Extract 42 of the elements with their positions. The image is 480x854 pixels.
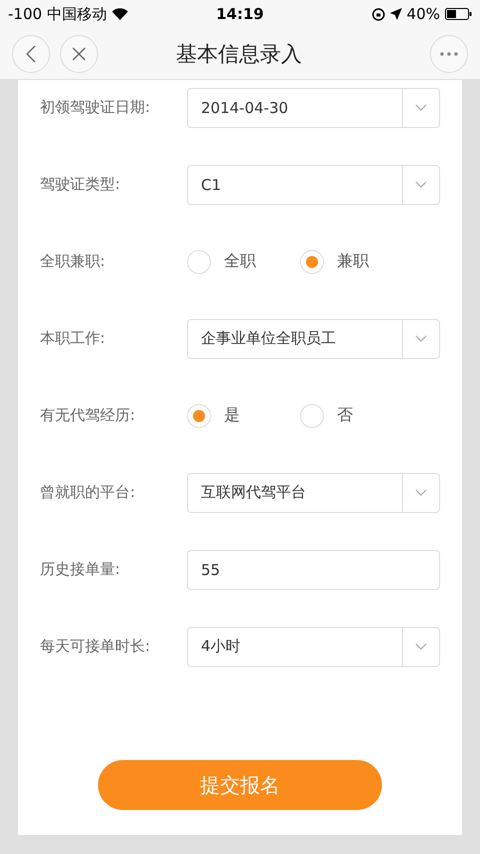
more-button[interactable] <box>430 34 468 72</box>
more-icon <box>440 52 458 56</box>
radio-label[interactable]: 全职 <box>224 251 256 272</box>
location-arrow-icon <box>390 8 402 20</box>
battery-icon <box>445 8 472 20</box>
chevron-down-icon <box>415 335 427 342</box>
dropdown-field[interactable]: C1 <box>187 164 440 204</box>
field-label: 曾就职的平台: <box>40 483 136 502</box>
dropdown-field[interactable]: 互联网代驾平台 <box>187 472 440 512</box>
radio-label[interactable]: 否 <box>337 405 353 426</box>
rotation-lock-icon <box>372 8 385 20</box>
dropdown-field[interactable]: 企事业单位全职员工 <box>187 318 440 358</box>
radio-button[interactable] <box>300 404 324 428</box>
radio-label[interactable]: 兼职 <box>337 251 369 272</box>
chevron-down-icon <box>415 643 427 650</box>
dropdown-field[interactable]: 2014-04-30 <box>187 88 440 128</box>
field-label: 本职工作: <box>40 329 106 348</box>
radio-label[interactable]: 是 <box>224 405 240 426</box>
page-title: 基本信息录入 <box>175 40 303 68</box>
chevron-down-icon <box>415 181 427 188</box>
back-button[interactable] <box>12 34 50 72</box>
field-label: 初领驾驶证日期: <box>40 98 152 117</box>
field-label: 有无代驾经历: <box>40 406 136 425</box>
chevron-down-icon <box>415 489 427 496</box>
battery-percent: 40% <box>406 5 440 23</box>
status-time: 14:19 <box>216 5 264 23</box>
radio-button[interactable] <box>300 250 324 274</box>
input-field[interactable]: 55 <box>187 550 440 590</box>
back-icon <box>26 44 36 62</box>
carrier-name: 中国移动 <box>47 4 108 24</box>
chevron-down-icon <box>415 104 427 111</box>
field-label: 驾驶证类型: <box>40 175 122 194</box>
radio-button[interactable] <box>187 404 211 428</box>
close-button[interactable] <box>60 34 98 72</box>
field-label: 历史接单量: <box>40 560 122 579</box>
dropdown-field[interactable]: 4小时 <box>187 626 440 666</box>
field-label: 全职兼职: <box>40 252 106 271</box>
wifi-icon <box>112 8 128 20</box>
signal-strength: -100 <box>8 5 42 23</box>
field-label: 每天可接单时长: <box>40 637 152 656</box>
close-icon <box>72 46 86 60</box>
radio-button[interactable] <box>187 250 211 274</box>
